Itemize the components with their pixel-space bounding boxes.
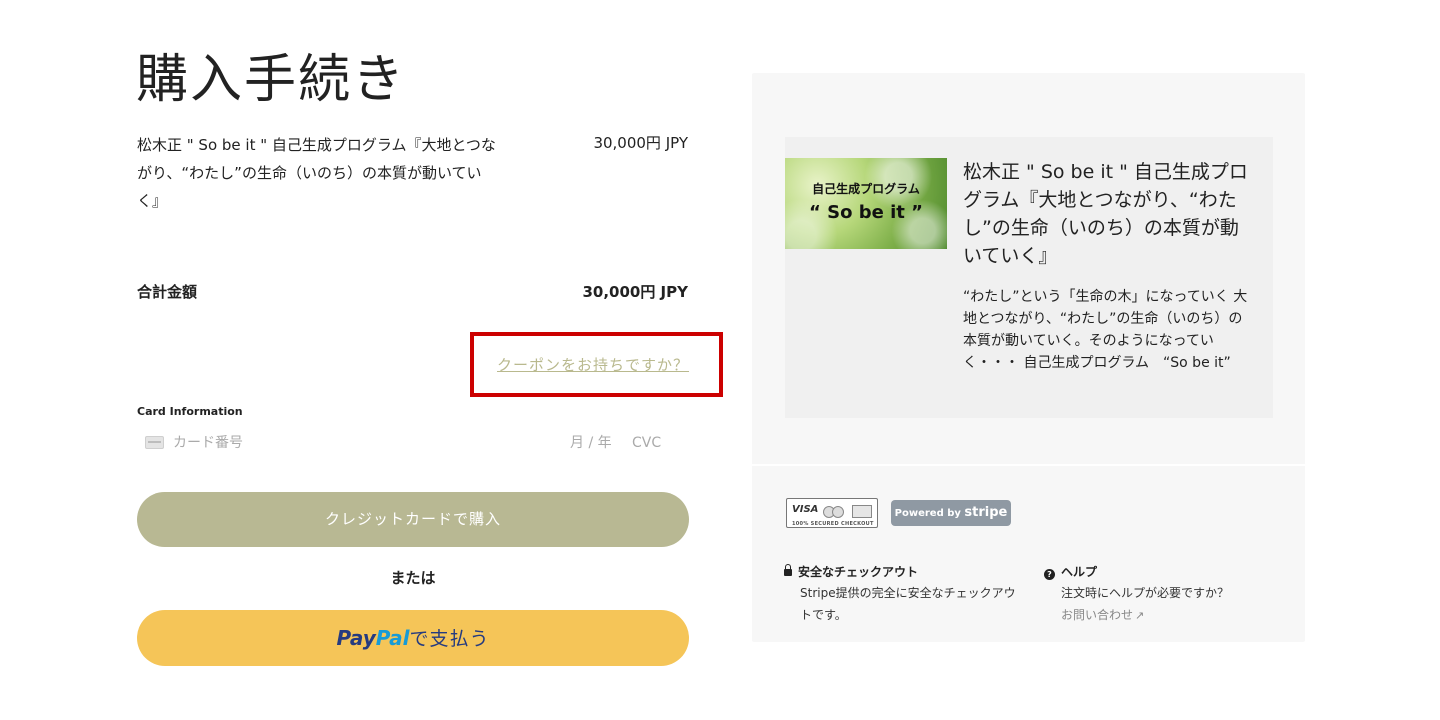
secure-checkout-heading: 安全なチェックアウト bbox=[798, 565, 919, 579]
product-image: 自己生成プログラム “ So be it ” bbox=[785, 158, 947, 249]
paypal-button-label: で支払う bbox=[409, 628, 490, 650]
product-image-subcaption: “ So be it ” bbox=[809, 202, 923, 223]
question-icon: ? bbox=[1044, 569, 1055, 580]
panel-divider bbox=[752, 464, 1305, 466]
card-expiry-input[interactable] bbox=[570, 432, 628, 454]
secured-checkout-text: 100% SECURED CHECKOUT bbox=[792, 521, 874, 527]
paypal-logo-pal: Pal bbox=[375, 626, 410, 650]
card-input-row bbox=[137, 426, 689, 460]
coupon-link[interactable]: クーポンをお持ちですか？ bbox=[497, 354, 689, 375]
total-value: 30,000円 JPY bbox=[582, 283, 688, 301]
or-divider-label: または bbox=[390, 569, 436, 587]
card-number-input[interactable] bbox=[173, 432, 473, 454]
help-text: 注文時にヘルプが必要ですか？ bbox=[1061, 586, 1230, 600]
help-heading: ヘルプ bbox=[1061, 565, 1098, 579]
contact-link-label: お問い合わせ bbox=[1061, 608, 1134, 622]
page-title: 購入手続き bbox=[136, 50, 407, 110]
lock-icon bbox=[784, 564, 792, 576]
powered-by-text: Powered by bbox=[894, 508, 961, 519]
visa-logo: VISA bbox=[792, 504, 819, 515]
order-product-price: 30,000円 JPY bbox=[593, 134, 688, 152]
secured-checkout-badge: VISA 100% SECURED CHECKOUT bbox=[786, 498, 878, 528]
stripe-logo: stripe bbox=[964, 505, 1008, 520]
mastercard-icon bbox=[823, 506, 845, 518]
product-card-title: 松木正 " So be it " 自己生成プログラム『大地とつながり、“わたし”… bbox=[963, 161, 1248, 267]
product-image-caption: 自己生成プログラム bbox=[812, 182, 920, 196]
amex-icon bbox=[852, 505, 872, 518]
order-product-name: 松木正 " So be it " 自己生成プログラム『大地とつながり、“わたし”… bbox=[137, 136, 496, 210]
total-label: 合計金額 bbox=[137, 283, 198, 301]
powered-by-stripe-badge[interactable]: Powered by stripe bbox=[891, 500, 1011, 526]
contact-link[interactable]: お問い合わせ ↗ bbox=[1061, 604, 1144, 627]
external-link-icon: ↗ bbox=[1135, 609, 1145, 622]
paypal-button[interactable]: PayPalで支払う bbox=[137, 610, 689, 666]
secure-checkout-text: Stripe提供の完全に安全なチェックアウトです。 bbox=[800, 586, 1016, 622]
credit-card-purchase-button[interactable]: クレジットカードで購入 bbox=[137, 492, 689, 547]
help-title: ? ヘルプ bbox=[1044, 563, 1097, 580]
credit-card-icon bbox=[145, 436, 164, 449]
secure-checkout-title: 安全なチェックアウト bbox=[784, 563, 918, 580]
paypal-logo-pay: Pay bbox=[336, 626, 376, 650]
product-card-description: “わたし”という「生命の木」になっていく 大地とつながり、“わたし”の生命（いの… bbox=[963, 289, 1248, 371]
card-cvc-input[interactable] bbox=[632, 432, 682, 454]
card-information-label: Card Information bbox=[137, 405, 243, 418]
